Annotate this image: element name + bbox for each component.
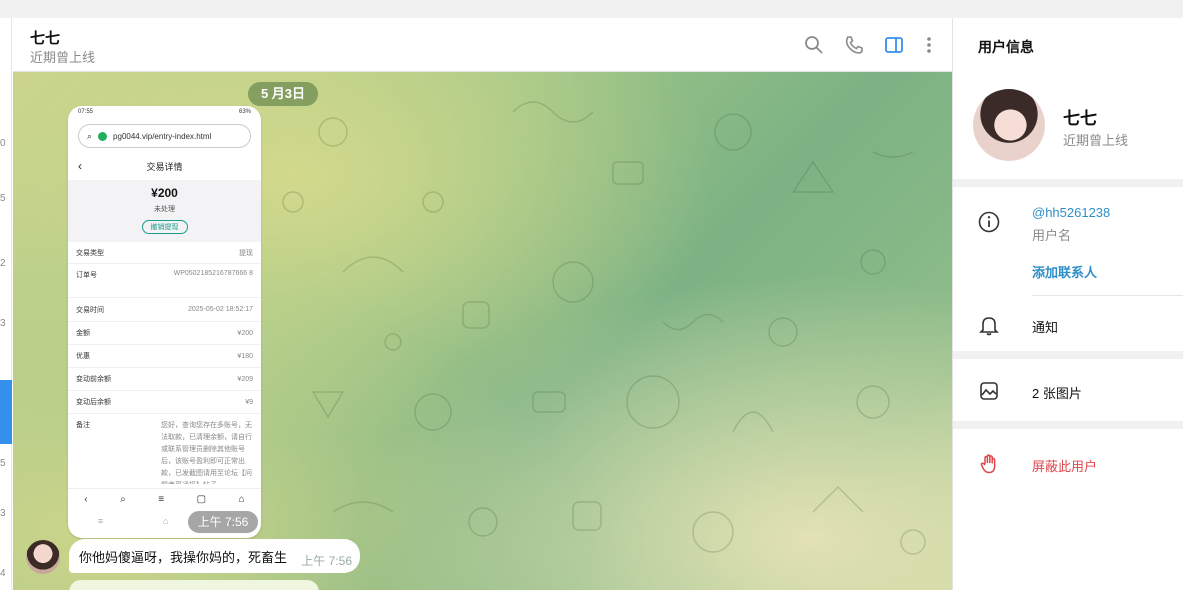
info-icon <box>977 210 1001 234</box>
detail-row: 交易类型 提现 <box>68 242 261 264</box>
username-caption: 用户名 <box>1032 228 1072 243</box>
phone-nav: ‹ 交易详情 <box>68 152 261 180</box>
row-label: 订单号 <box>76 272 97 279</box>
row-label: 交易类型 <box>76 249 104 257</box>
row-value: ¥200 <box>237 329 253 337</box>
row-value: ¥209 <box>237 375 253 383</box>
status-bar-time: 07:55 <box>78 109 94 115</box>
row-label: 优惠 <box>76 353 90 360</box>
edge-label: 0 <box>0 138 6 149</box>
edge-label: 4 <box>0 568 6 579</box>
chat-background: 5 月3日 07:55 63% ⌕ pg0044.vip/entry-index… <box>13 72 952 590</box>
row-value: 2025-05-02 18:52:17 <box>188 306 253 313</box>
panel-title: 用户信息 <box>978 39 1034 55</box>
home-icon: ⌂ <box>162 516 169 526</box>
detail-row: 优惠 ¥180 <box>68 345 261 368</box>
chat-list-edge[interactable]: 0 5 2 3 5 3 4 <box>0 18 12 590</box>
phone-page-title: 交易详情 <box>146 161 183 172</box>
note-row: 备注 您好，查询您存在多账号，无法取款，已清理余额，请自行或联系管理员删除其他账… <box>68 414 261 484</box>
detail-row: 变动后余额 ¥9 <box>68 391 261 414</box>
row-label: 变动后余额 <box>76 399 111 406</box>
chat-header[interactable]: 七七 近期曾上线 <box>13 18 952 72</box>
notifications-row[interactable]: 通知 <box>1032 317 1058 336</box>
search-icon: ⌕ <box>87 130 93 141</box>
menu-icon: ≡ <box>158 494 165 505</box>
message-time: 上午 7:56 <box>301 554 352 568</box>
edge-label: 3 <box>0 318 6 329</box>
section-divider <box>953 179 1183 187</box>
url-bar: ⌕ pg0044.vip/entry-index.html <box>78 124 251 148</box>
row-label: 金额 <box>76 330 90 337</box>
amount: ¥200 <box>151 186 178 200</box>
photo-message[interactable]: 07:55 63% ⌕ pg0044.vip/entry-index.html … <box>68 106 261 538</box>
detail-row: 订单号 WP0502185216787666 8 <box>68 264 261 298</box>
status-bar-battery: 63% <box>238 109 251 115</box>
row-value: WP0502185216787666 8 <box>173 270 253 277</box>
block-hand-icon <box>977 452 1001 476</box>
profile-status: 近期曾上线 <box>1063 133 1129 148</box>
profile-avatar[interactable] <box>973 89 1045 161</box>
row-divider <box>1032 295 1183 296</box>
back-icon: ‹ <box>84 494 88 505</box>
block-user-button[interactable]: 屏蔽此用户 <box>1032 456 1097 475</box>
chat-status: 近期曾上线 <box>30 50 96 65</box>
tabs-icon: ▢ <box>196 494 207 505</box>
cancel-withdraw-label: 撤销提现 <box>141 220 188 234</box>
message-bubble[interactable]: 你他妈傻逼呀，我操你妈的，死畜生 上午 7:56 <box>69 539 360 573</box>
amount-box: ¥200 未处理 撤销提现 <box>68 180 261 242</box>
edge-label: 3 <box>0 508 6 519</box>
photos-icon <box>977 379 1001 403</box>
phone-icon[interactable] <box>843 34 865 56</box>
chat-title[interactable]: 七七 <box>30 27 60 48</box>
edge-label: 5 <box>0 458 6 469</box>
search-icon: ⌕ <box>120 494 126 505</box>
edge-label: 2 <box>0 258 6 269</box>
active-chat-indicator[interactable] <box>0 380 12 444</box>
section-divider <box>953 421 1183 429</box>
top-strip <box>0 0 1183 18</box>
message-text: 你他妈傻逼呀，我操你妈的，死畜生 <box>79 550 288 565</box>
secure-icon <box>98 131 108 141</box>
sender-avatar[interactable] <box>26 540 60 574</box>
row-label: 交易时间 <box>76 306 104 314</box>
detail-row: 变动前余额 ¥209 <box>68 368 261 391</box>
photos-row[interactable]: 2 张图片 <box>1032 383 1082 402</box>
photo-time: 上午 7:56 <box>188 511 258 533</box>
menu-icon: ≡ <box>97 516 104 526</box>
user-info-panel: 用户信息 七七 近期曾上线 @hh5261238 用户名 添加联系人 通知 2 … <box>952 18 1183 590</box>
edge-label: 5 <box>0 193 6 204</box>
phone-status-bar: 07:55 63% <box>68 106 261 120</box>
bell-icon <box>977 313 1001 337</box>
row-value: ¥180 <box>237 352 253 360</box>
row-label: 变动前余额 <box>76 376 111 383</box>
profile-name: 七七 <box>1063 109 1097 128</box>
sidebar-toggle-icon[interactable] <box>883 34 905 56</box>
search-icon[interactable] <box>803 34 825 56</box>
note-text: 您好，查询您存在多账号，无法取款，已清理余额，请自行或联系管理员删除其他账号后，… <box>161 422 252 484</box>
more-vertical-icon[interactable] <box>918 34 940 56</box>
back-icon: ‹ <box>78 159 82 173</box>
amount-status: 未处理 <box>154 206 175 213</box>
home-icon: ⌂ <box>238 494 245 505</box>
row-value: ¥9 <box>245 398 253 406</box>
phone-bottom-bar: ‹ ⌕ ≡ ▢ ⌂ <box>68 488 261 510</box>
row-value: 提现 <box>239 249 253 257</box>
row-label: 备注 <box>76 422 90 429</box>
message-bubble-partial[interactable] <box>69 580 319 590</box>
add-contact-button[interactable]: 添加联系人 <box>1032 262 1097 281</box>
date-pill: 5 月3日 <box>248 82 318 106</box>
detail-row: 金额 ¥200 <box>68 322 261 345</box>
username-link[interactable]: @hh5261238 <box>1032 205 1110 220</box>
detail-row: 交易时间 2025-05-02 18:52:17 <box>68 298 261 322</box>
section-divider <box>953 351 1183 359</box>
url-text: pg0044.vip/entry-index.html <box>113 131 212 141</box>
